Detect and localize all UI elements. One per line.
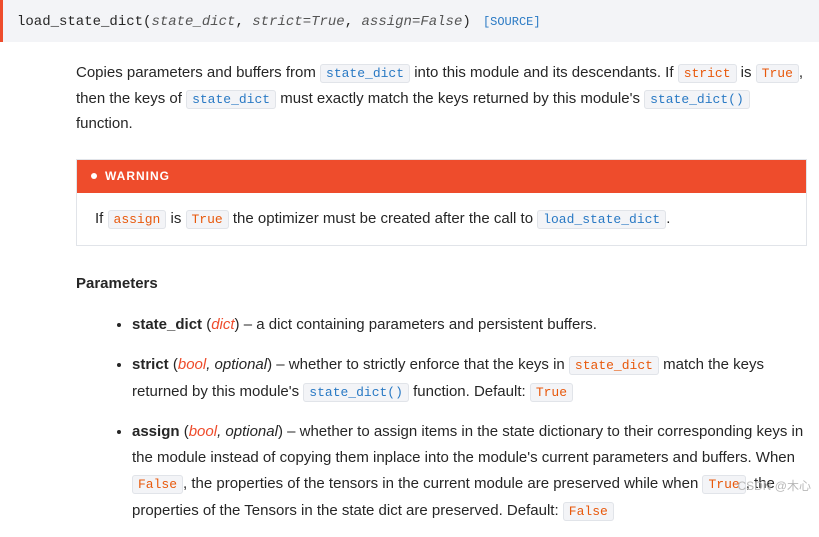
description-paragraph: Copies parameters and buffers from state… (76, 60, 807, 137)
bullet-icon (91, 173, 97, 179)
source-link[interactable]: [SOURCE] (483, 15, 541, 29)
list-item: strict (bool, optional) – whether to str… (132, 352, 807, 405)
code-strict: strict (678, 64, 737, 83)
parameters-list: state_dict (dict) – a dict containing pa… (76, 312, 807, 524)
inline-code: False (563, 502, 614, 521)
paren-close: ) (462, 14, 470, 30)
inline-code: state_dict (569, 356, 659, 375)
warn-text: the optimizer must be created after the … (229, 210, 537, 227)
inline-code: False (132, 475, 183, 494)
list-item: state_dict (dict) – a dict containing pa… (132, 312, 807, 338)
sig-param: assign (362, 14, 412, 30)
warning-header: WARNING (77, 160, 806, 193)
warn-text: . (666, 210, 670, 227)
signature-block: load_state_dict(state_dict, strict=True,… (0, 0, 819, 42)
code-assign: assign (108, 210, 167, 229)
signature-params: state_dict, strict=True, assign=False (151, 12, 462, 29)
param-type-link[interactable]: dict (211, 316, 234, 333)
desc-text: Copies parameters and buffers from (76, 64, 320, 81)
sig-param: state_dict (151, 14, 235, 30)
list-item: assign (bool, optional) – whether to ass… (132, 419, 807, 524)
param-name: state_dict (132, 316, 202, 333)
warning-box: WARNING If assign is True the optimizer … (76, 159, 807, 246)
param-name: strict (132, 356, 169, 373)
param-name: assign (132, 423, 180, 440)
sig-default: =True (303, 14, 345, 30)
sig-default: =False (412, 14, 462, 30)
sig-param: strict (252, 14, 302, 30)
desc-text: into this module and its descendants. If (410, 64, 678, 81)
warn-text: If (95, 210, 108, 227)
parameters-heading: Parameters (76, 272, 807, 296)
warning-label: WARNING (105, 167, 170, 186)
code-state-dict[interactable]: state_dict (320, 64, 410, 83)
warning-body: If assign is True the optimizer must be … (77, 193, 806, 245)
code-state-dict[interactable]: state_dict (186, 90, 276, 109)
inline-code: True (530, 383, 573, 402)
code-true: True (756, 64, 799, 83)
code-true: True (186, 210, 229, 229)
param-optional: , optional (217, 423, 278, 440)
param-type-link[interactable]: bool (178, 356, 206, 373)
watermark: CSDN @木心 (737, 477, 811, 496)
code-load-state-dict[interactable]: load_state_dict (537, 210, 666, 229)
warn-text: is (166, 210, 185, 227)
content-body: Copies parameters and buffers from state… (0, 60, 819, 523)
inline-code-link[interactable]: state_dict() (303, 383, 409, 402)
method-name: load_state_dict (17, 14, 143, 30)
desc-text: function. (76, 115, 133, 132)
desc-text: must exactly match the keys returned by … (276, 90, 644, 107)
desc-text: is (737, 64, 756, 81)
param-optional: , optional (206, 356, 267, 373)
param-type-link[interactable]: bool (189, 423, 217, 440)
code-state-dict-fn[interactable]: state_dict() (644, 90, 750, 109)
